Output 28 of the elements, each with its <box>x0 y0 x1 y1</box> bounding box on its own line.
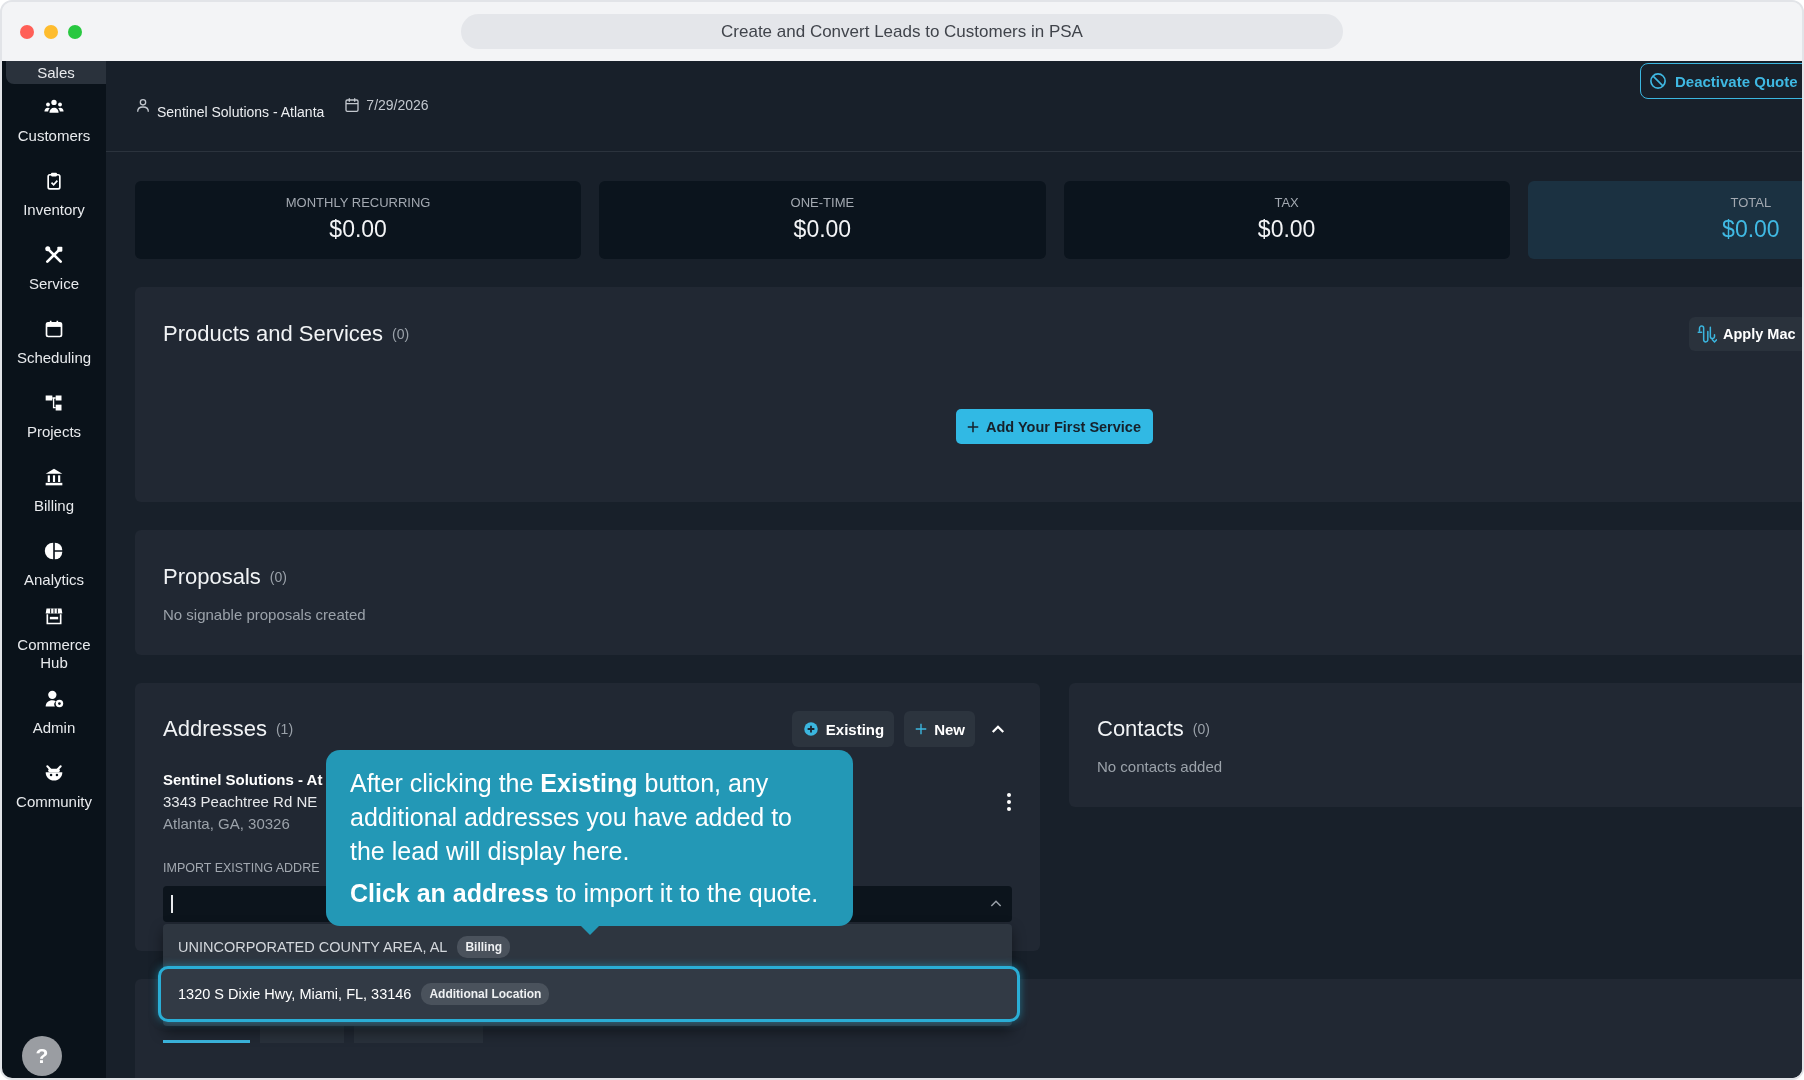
summary-label: TAX <box>1274 195 1299 211</box>
address-street: 3343 Peachtree Rd NE <box>163 792 319 812</box>
quote-date: 7/29/2026 <box>366 97 429 114</box>
item-count: (0) <box>392 325 410 343</box>
address-tag: Additional Location <box>421 983 550 1005</box>
tooltip-text: Click an address to import it to the quote. <box>350 878 820 909</box>
summary-label: MONTHLY RECURRING <box>285 195 431 211</box>
summary-label: TOTAL <box>1730 195 1772 211</box>
item-count: (0) <box>1192 720 1210 738</box>
section-title: Proposals <box>163 563 261 591</box>
address-city: Atlanta, GA, 30326 <box>163 814 291 834</box>
tooltip-text: After clicking the Existing button, any additional addresses you have added to the lead will display here. <box>350 768 793 867</box>
item-count: (1) <box>275 720 294 738</box>
summary-label: ONE-TIME <box>790 195 855 211</box>
customer-name: Sentinel Solutions - Atlanta <box>157 104 325 121</box>
section-title: Contacts <box>1097 715 1184 743</box>
summary-value: $0.00 <box>1722 215 1780 243</box>
address-tag: Billing <box>457 936 511 958</box>
section-title: Addresses <box>163 715 267 743</box>
summary-value: $0.00 <box>1257 215 1316 243</box>
summary-value: $0.00 <box>329 215 387 243</box>
summary-value: $0.00 <box>793 215 852 243</box>
field-label: IMPORT EXISTING ADDRE <box>163 860 321 876</box>
section-title: Products and Services <box>163 320 384 348</box>
empty-message: No contacts added <box>1097 758 1224 776</box>
address-name: Sentinel Solutions - At <box>163 770 323 790</box>
empty-message: No signable proposals created <box>163 606 367 624</box>
item-count: (0) <box>269 568 287 586</box>
